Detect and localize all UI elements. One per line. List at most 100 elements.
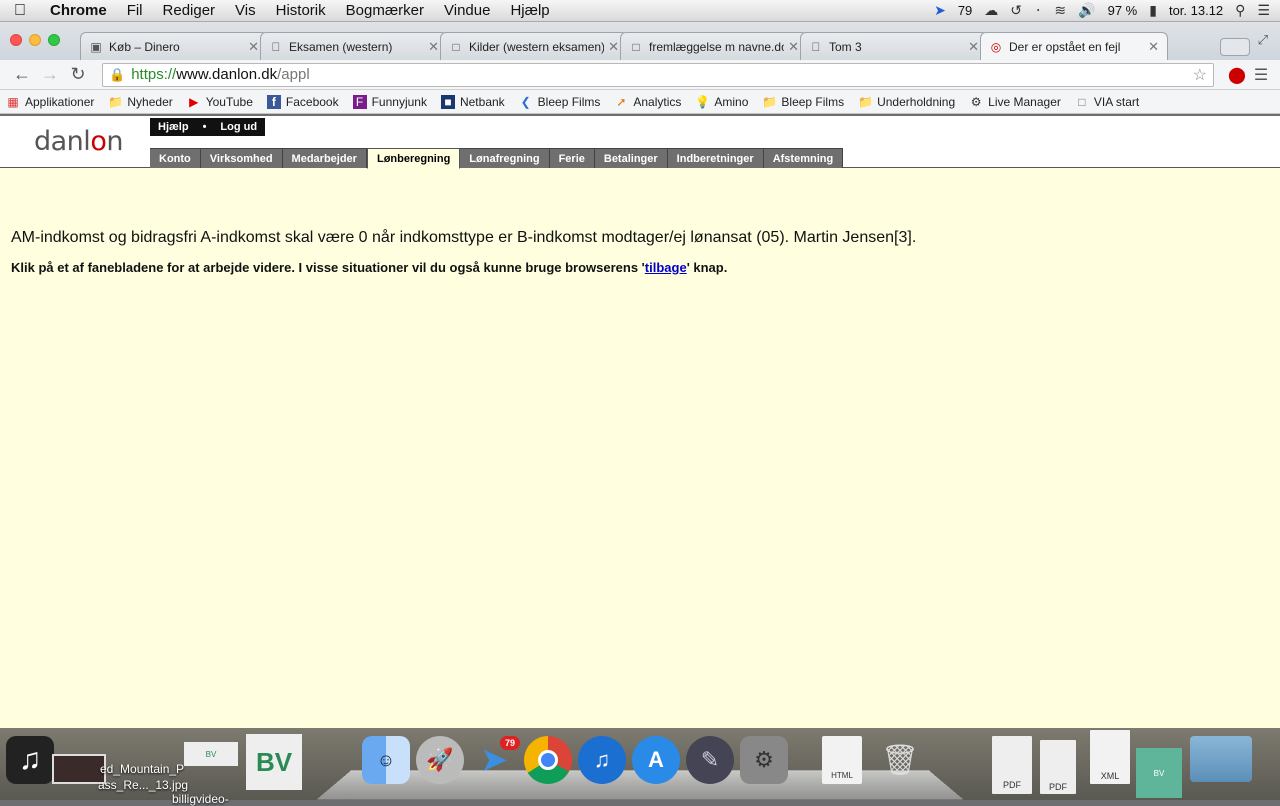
bookmark-applikationer[interactable]: ▦ Applikationer <box>6 95 94 109</box>
tab-kilder[interactable]: □ Kilder (western eksamen) ✕ <box>440 32 628 60</box>
close-tab-icon[interactable]: ✕ <box>248 39 259 55</box>
address-bar[interactable]: 🔒 https:// www.danlon.dk /appl ☆ <box>102 62 1214 87</box>
folder-stack-icon[interactable] <box>1190 736 1252 782</box>
chrome-menu-icon[interactable]: ☰ <box>1250 65 1272 85</box>
link-separator-icon: • <box>202 121 207 133</box>
close-tab-icon[interactable]: ✕ <box>608 39 619 55</box>
back-link[interactable]: tilbage <box>645 260 687 275</box>
help-text-prefix: Klik på et af fanebladene for at arbejde… <box>11 260 645 275</box>
tab-virksomhed[interactable]: Virksomhed <box>200 148 283 168</box>
new-tab-button[interactable] <box>1220 38 1250 56</box>
xml-file-icon[interactable]: XML <box>1090 730 1130 784</box>
bookmark-funnyjunk[interactable]: F Funnyjunk <box>352 94 427 109</box>
system-preferences-icon[interactable]: ⚙ <box>740 736 788 784</box>
app-store-icon[interactable]: A <box>632 736 680 784</box>
pdf-file-icon[interactable]: PDF <box>992 736 1032 794</box>
folder-icon: 📁 <box>762 94 778 109</box>
launchpad-icon[interactable]: 🚀 <box>416 736 464 784</box>
bookmark-underholdning[interactable]: 📁 Underholdning <box>858 95 955 109</box>
pdf-file-icon[interactable]: PDF <box>1040 740 1076 794</box>
tab-tom3[interactable]:  Tom 3 ✕ <box>800 32 988 60</box>
bookmark-label: Netbank <box>459 94 505 109</box>
spotlight-search-icon[interactable]: ⚲ <box>1235 2 1245 19</box>
menu-fil[interactable]: Fil <box>117 2 153 19</box>
billigvideo-thumbnail-icon[interactable]: BV <box>184 742 238 766</box>
itunes-icon[interactable]: ♫ <box>578 736 626 784</box>
menu-historik[interactable]: Historik <box>266 2 336 19</box>
time-machine-icon[interactable]: ↺ <box>1010 2 1022 19</box>
adblock-extension-icon[interactable]: ⬤ <box>1224 65 1250 85</box>
bookmark-bleep-films[interactable]: ❮ Bleep Films <box>519 95 601 109</box>
battery-icon[interactable]: ▮ <box>1149 2 1157 19</box>
bookmark-analytics[interactable]: ➚ Analytics <box>614 95 681 109</box>
tab-title: Der er opstået en fejl <box>1009 39 1121 54</box>
lock-icon[interactable]: 🔒 <box>109 67 125 83</box>
finder-icon[interactable]: ☺ <box>362 736 410 784</box>
logout-link[interactable]: Log ud <box>220 121 257 133</box>
wifi-icon[interactable]: ≋ <box>1054 2 1066 19</box>
bookmark-via-start[interactable]: □ VIA start <box>1075 95 1139 109</box>
dock-file-label: billigvideo- <box>172 792 229 806</box>
billigvideo-stack-icon[interactable]: BV <box>1136 748 1182 798</box>
close-tab-icon[interactable]: ✕ <box>428 39 439 55</box>
site-header: danlon Hjælp • Log ud Konto Virksomhed M… <box>0 116 1280 169</box>
tab-ferie[interactable]: Ferie <box>549 148 595 168</box>
apple-menu-icon[interactable]:  <box>0 2 40 20</box>
chrome-icon[interactable] <box>524 736 572 784</box>
help-link[interactable]: Hjælp <box>158 121 189 133</box>
youtube-icon: ▶ <box>189 94 199 109</box>
tab-medarbejder[interactable]: Medarbejder <box>282 148 367 168</box>
tab-lonberegning[interactable]: Lønberegning <box>366 148 461 169</box>
menu-rediger[interactable]: Rediger <box>153 2 226 19</box>
battery-percent[interactable]: 97 % <box>1108 3 1138 18</box>
menu-vis[interactable]: Vis <box>225 2 266 19</box>
menu-vindue[interactable]: Vindue <box>434 2 500 19</box>
bookmark-star-icon[interactable]: ☆ <box>1193 65 1207 85</box>
menu-hjaelp[interactable]: Hjælp <box>500 2 559 19</box>
close-tab-icon[interactable]: ✕ <box>968 39 979 55</box>
bookmark-label: Nyheder <box>127 94 173 109</box>
bookmark-live-manager[interactable]: ⚙ Live Manager <box>969 95 1061 109</box>
menu-app-chrome[interactable]: Chrome <box>40 2 117 19</box>
bookmark-label: Bleep Films <box>537 94 601 109</box>
bookmark-label: VIA start <box>1093 94 1140 109</box>
bv-app-icon[interactable]: BV <box>246 734 302 790</box>
tab-afstemning[interactable]: Afstemning <box>763 148 844 168</box>
music-app-icon[interactable]: ♫ <box>6 736 54 784</box>
html-file-icon[interactable]: HTML <box>822 736 862 784</box>
zoom-window-button[interactable] <box>48 34 60 46</box>
clock[interactable]: tor. 13.12 <box>1169 3 1223 18</box>
cloud-sync-icon[interactable]: ☁ <box>984 2 998 19</box>
bluetooth-icon[interactable]: ᛫ <box>1034 3 1042 19</box>
tab-fremlaeggelse[interactable]: □ fremlæggelse m navne.docx ✕ <box>620 32 808 60</box>
location-arrow-icon[interactable]: ➤ <box>934 2 946 19</box>
back-arrow-icon[interactable]: ← <box>8 64 36 85</box>
notification-center-icon[interactable]: ☰ <box>1257 2 1270 19</box>
forward-arrow-icon[interactable]: → <box>36 64 64 85</box>
close-window-button[interactable] <box>10 34 22 46</box>
bookmark-facebook[interactable]: f Facebook <box>266 94 339 109</box>
fullscreen-icon[interactable]: ⤢ <box>1258 32 1268 48</box>
minimize-window-button[interactable] <box>29 34 41 46</box>
tab-indberetninger[interactable]: Indberetninger <box>667 148 764 168</box>
menu-bogmaerker[interactable]: Bogmærker <box>336 2 434 19</box>
reload-icon[interactable]: ↻ <box>64 64 92 85</box>
tab-lonafregning[interactable]: Lønafregning <box>460 148 550 168</box>
tab-dinero[interactable]: ▣ Køb – Dinero ✕ <box>80 32 268 60</box>
bookmark-bleep-films-folder[interactable]: 📁 Bleep Films <box>762 95 844 109</box>
bookmark-label: Underholdning <box>877 94 956 109</box>
close-tab-icon[interactable]: ✕ <box>788 39 799 55</box>
trash-icon[interactable]: 🗑 <box>876 736 924 784</box>
bookmark-netbank[interactable]: ■ Netbank <box>440 94 505 109</box>
tab-eksamen[interactable]:  Eksamen (western) ✕ <box>260 32 448 60</box>
tab-fejl[interactable]: ◎ Der er opstået en fejl ✕ <box>980 32 1168 60</box>
danlon-logo[interactable]: danlon <box>34 126 123 157</box>
script-editor-icon[interactable]: ✎ <box>686 736 734 784</box>
close-tab-icon[interactable]: ✕ <box>1148 39 1159 55</box>
volume-icon[interactable]: 🔊 <box>1078 2 1095 19</box>
tab-konto[interactable]: Konto <box>150 148 201 168</box>
bookmark-youtube[interactable]: ▶ YouTube <box>187 95 253 109</box>
bookmark-amino[interactable]: 💡 Amino <box>695 95 748 109</box>
tab-betalinger[interactable]: Betalinger <box>594 148 668 168</box>
bookmark-nyheder[interactable]: 📁 Nyheder <box>108 95 172 109</box>
